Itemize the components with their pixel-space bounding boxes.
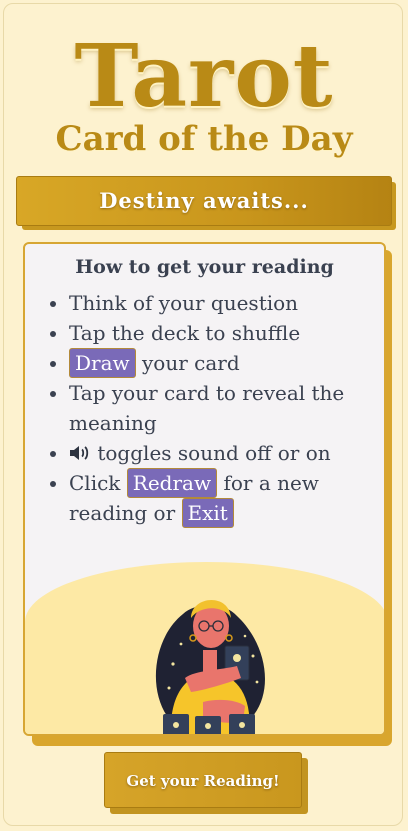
instruction-item: Click Redraw for a new reading or Exit — [69, 468, 384, 528]
instruction-text: Think of your question — [69, 291, 299, 315]
app-subtitle: Card of the Day — [55, 119, 353, 159]
instruction-text: your card — [135, 351, 240, 375]
fortune-teller-illustration — [155, 599, 265, 734]
instruction-item: Tap your card to reveal the meaning — [69, 378, 384, 438]
instructions-heading: How to get your reading — [75, 256, 334, 278]
instruction-item: Tap the deck to shuffle — [69, 318, 384, 348]
instruction-text: Tap your card to reveal the meaning — [69, 381, 345, 435]
instruction-text: Tap the deck to shuffle — [69, 321, 301, 345]
destiny-banner: Destiny awaits... — [16, 176, 392, 226]
instruction-text: Click — [69, 471, 127, 495]
speaker-icon — [69, 441, 91, 465]
instructions-list: Think of your question Tap the deck to s… — [43, 288, 384, 528]
redraw-button-sample: Redraw — [126, 468, 218, 498]
instruction-text: toggles sound off or on — [91, 441, 331, 465]
instruction-item: Think of your question — [69, 288, 384, 318]
get-reading-button[interactable]: Get your Reading! — [104, 752, 302, 808]
exit-button-sample: Exit — [181, 498, 234, 528]
instruction-item: toggles sound off or on — [69, 438, 384, 468]
app-title: Tarot — [74, 26, 334, 127]
instruction-item: Draw your card — [69, 348, 384, 378]
draw-button-sample: Draw — [69, 348, 136, 378]
instructions-card: How to get your reading Think of your qu… — [23, 242, 386, 736]
